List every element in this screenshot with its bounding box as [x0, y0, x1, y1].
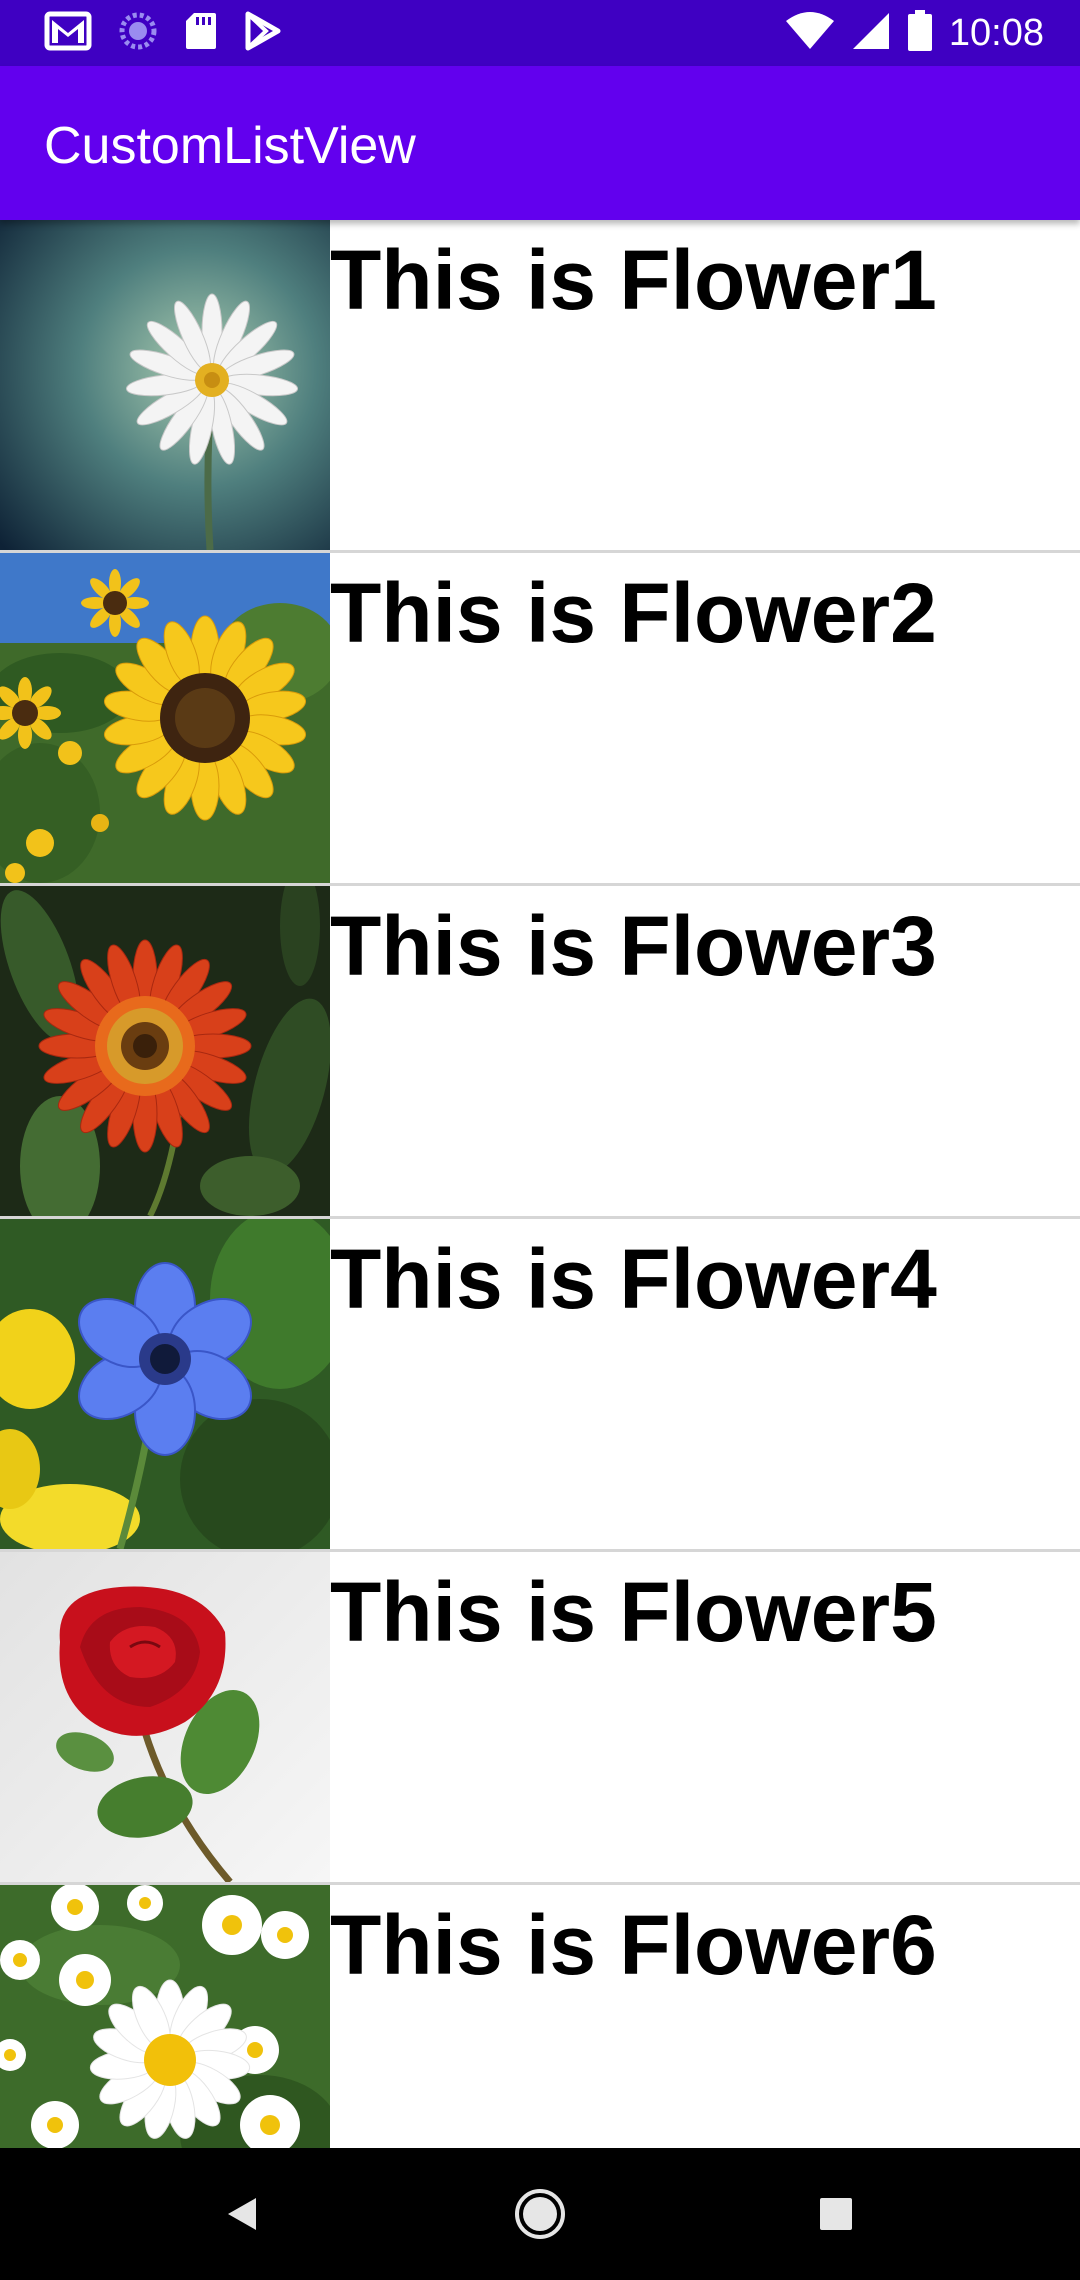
app-title: CustomListView: [44, 117, 416, 175]
status-bar: 10:08: [0, 0, 1080, 66]
list-item[interactable]: This is Flower3: [0, 886, 1080, 1219]
recents-icon[interactable]: [806, 2184, 866, 2244]
orange-gerbera-image: [0, 886, 330, 1216]
list-item-label: This is Flower4: [330, 1232, 937, 1326]
system-nav-bar: [0, 2148, 1080, 2280]
gmail-icon: [44, 11, 92, 56]
status-system-icons: 10:08: [785, 8, 1044, 58]
app-bar: CustomListView: [0, 66, 1080, 220]
white-daisy-image: [0, 220, 330, 550]
status-notification-icons: [44, 10, 282, 56]
list-item[interactable]: This is Flower2: [0, 553, 1080, 886]
list-item-label: This is Flower2: [330, 566, 937, 660]
home-icon[interactable]: [510, 2184, 570, 2244]
list-item[interactable]: This is Flower4: [0, 1219, 1080, 1552]
flower-list[interactable]: This is Flower1 This is Flower2 This is …: [0, 220, 1080, 2148]
play-store-icon: [244, 11, 282, 56]
list-item-label: This is Flower6: [330, 1898, 937, 1992]
sunflower-image: [0, 553, 330, 883]
status-time: 10:08: [948, 11, 1044, 54]
list-item-label: This is Flower1: [330, 233, 937, 327]
sync-icon: [118, 11, 158, 56]
list-item[interactable]: This is Flower5: [0, 1552, 1080, 1885]
sd-card-icon: [184, 11, 218, 56]
back-icon[interactable]: [212, 2184, 272, 2244]
battery-icon: [907, 9, 933, 57]
list-item[interactable]: This is Flower1: [0, 220, 1080, 553]
list-item-label: This is Flower3: [330, 899, 937, 993]
wifi-icon: [785, 11, 835, 56]
cell-signal-icon: [851, 11, 891, 56]
list-item[interactable]: This is Flower6: [0, 1885, 1080, 2148]
blue-anemone-image: [0, 1219, 330, 1549]
list-item-label: This is Flower5: [330, 1565, 937, 1659]
red-rose-image: [0, 1552, 330, 1882]
daisy-field-image: [0, 1885, 330, 2148]
